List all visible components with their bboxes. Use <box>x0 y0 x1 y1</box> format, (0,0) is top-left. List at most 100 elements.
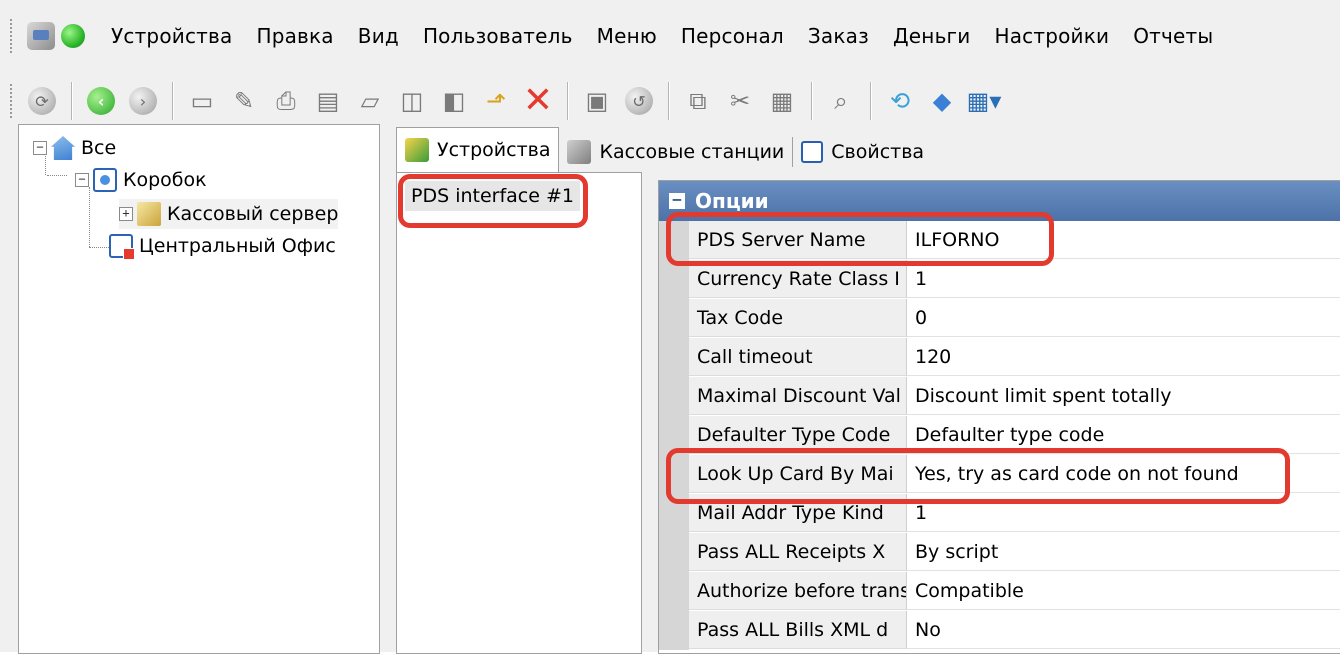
grid-icon[interactable]: ▦▾ <box>967 84 1002 118</box>
search-icon[interactable]: ⌕ <box>824 84 858 118</box>
property-value[interactable]: 120 <box>907 338 1340 376</box>
tree-item-all[interactable]: − Все <box>33 133 116 163</box>
back-icon[interactable]: ‹ <box>84 84 118 118</box>
menu-view[interactable]: Вид <box>358 24 399 48</box>
status-green-icon[interactable] <box>61 24 85 48</box>
paste-doc-icon[interactable]: ◧ <box>437 84 471 118</box>
tree-connector <box>89 247 109 248</box>
menu-reports[interactable]: Отчеты <box>1133 24 1213 48</box>
copy-doc-icon[interactable]: ◫ <box>395 84 429 118</box>
copy-icon[interactable]: ⧉ <box>681 84 715 118</box>
property-name: Call timeout <box>689 338 907 376</box>
highlight-device <box>398 174 588 228</box>
property-value[interactable]: Compatible <box>907 572 1340 610</box>
new-icon[interactable]: ▭ <box>185 84 219 118</box>
sync-icon[interactable]: ⟲ <box>883 84 917 118</box>
property-name: Maximal Discount Val <box>689 377 907 415</box>
property-name: Tax Code <box>689 299 907 337</box>
toolbar-separator <box>811 82 812 120</box>
tree-item-korobok[interactable]: − Коробок <box>75 165 207 195</box>
toolbar-separator <box>870 82 871 120</box>
devices-icon <box>405 138 429 162</box>
tree-connector <box>89 187 90 247</box>
property-row[interactable]: Tax Code 0 <box>659 299 1340 338</box>
tree-item-label: Все <box>81 137 117 159</box>
property-row[interactable]: Pass ALL Bills XML d No <box>659 611 1340 650</box>
property-row[interactable]: Authorize before trans Compatible <box>659 572 1340 611</box>
property-value[interactable]: No <box>907 611 1340 649</box>
menu-settings[interactable]: Настройки <box>994 24 1109 48</box>
property-name: Pass ALL Receipts X <box>689 533 907 571</box>
tab-label: Свойства <box>831 141 925 163</box>
tab-devices[interactable]: Устройства <box>396 127 560 172</box>
collapse-icon[interactable]: − <box>75 173 89 187</box>
delete-icon[interactable]: ✕ <box>521 83 555 119</box>
tree-item-label: Коробок <box>123 169 207 191</box>
property-row[interactable]: Maximal Discount Val Discount limit spen… <box>659 377 1340 416</box>
print-icon[interactable]: ⎙ <box>269 84 303 118</box>
tree-item-central-office[interactable]: Центральный Офис <box>109 231 336 261</box>
menu-bar: Устройства Правка Вид Пользователь Меню … <box>0 6 1340 66</box>
preview-icon[interactable]: ▤ <box>311 84 345 118</box>
menu-user[interactable]: Пользователь <box>423 24 573 48</box>
server-icon <box>137 202 161 226</box>
menu-grip[interactable] <box>10 19 17 53</box>
cut-icon[interactable]: ✂ <box>723 84 757 118</box>
row-gutter <box>659 338 689 377</box>
tab-properties[interactable]: Свойства <box>793 132 932 172</box>
save-icon[interactable]: ▣ <box>580 84 614 118</box>
property-value[interactable]: Discount limit spent totally <box>907 377 1340 415</box>
tree-item-cash-server[interactable]: + Кассовый сервер <box>119 199 339 229</box>
tab-label: Устройства <box>437 139 551 161</box>
row-gutter <box>659 299 689 338</box>
properties-icon <box>801 141 824 163</box>
collapse-icon[interactable]: − <box>33 141 47 155</box>
undo-icon[interactable]: ↺ <box>622 84 656 118</box>
menu-edit[interactable]: Правка <box>256 24 333 48</box>
menu-menu[interactable]: Меню <box>597 24 657 48</box>
menu-staff[interactable]: Персонал <box>681 24 784 48</box>
toolbar-separator <box>567 82 568 120</box>
house-icon <box>51 136 75 160</box>
toolbar-grip[interactable] <box>10 84 17 118</box>
cash-register-icon <box>567 140 592 164</box>
property-value[interactable]: 0 <box>907 299 1340 337</box>
office-icon <box>109 234 135 260</box>
menu-devices[interactable]: Устройства <box>111 24 232 48</box>
highlight-server-name <box>666 212 1054 266</box>
tree-connector <box>47 175 67 176</box>
tree-panel: − Все − Коробок + Кассовый сервер Центра… <box>18 124 380 654</box>
property-name: Pass ALL Bills XML d <box>689 611 907 649</box>
collapse-section-icon[interactable]: − <box>669 192 685 209</box>
toolbar: ⟳ ‹ › ▭ ✎ ⎙ ▤ ▱ ◫ ◧ ⬏ ✕ ▣ ↺ ⧉ ✂ ▦ ⌕ ⟲ ◆ … <box>0 76 1340 126</box>
row-gutter <box>659 611 689 650</box>
property-name: Authorize before trans <box>689 572 907 610</box>
tab-label: Кассовые станции <box>599 141 785 163</box>
highlight-lookup-card <box>666 448 1290 504</box>
export-icon[interactable]: ⬏ <box>479 84 513 118</box>
forward-icon[interactable]: › <box>126 84 160 118</box>
open-icon[interactable]: ▱ <box>353 84 387 118</box>
row-gutter <box>659 377 689 416</box>
box-icon <box>93 168 117 192</box>
property-row[interactable]: Call timeout 120 <box>659 338 1340 377</box>
row-gutter <box>659 572 689 611</box>
edit-icon[interactable]: ✎ <box>227 84 261 118</box>
property-value[interactable]: By script <box>907 533 1340 571</box>
menu-order[interactable]: Заказ <box>808 24 869 48</box>
toolbar-separator <box>668 82 669 120</box>
expand-icon[interactable]: + <box>119 207 133 221</box>
toolbar-separator <box>172 82 173 120</box>
tab-cash-stations[interactable]: Кассовые станции <box>559 132 792 172</box>
section-title: Опции <box>695 189 769 213</box>
bookmark-icon[interactable]: ◆ <box>925 84 959 118</box>
property-row[interactable]: Pass ALL Receipts X By script <box>659 533 1340 572</box>
tree-item-label: Кассовый сервер <box>167 203 339 225</box>
app-icon[interactable] <box>27 22 55 50</box>
paste-icon[interactable]: ▦ <box>765 84 799 118</box>
menu-money[interactable]: Деньги <box>893 24 971 48</box>
device-list: PDS interface #1 <box>396 172 642 654</box>
toolbar-separator <box>71 82 72 120</box>
row-gutter <box>659 533 689 572</box>
refresh-icon[interactable]: ⟳ <box>25 84 59 118</box>
